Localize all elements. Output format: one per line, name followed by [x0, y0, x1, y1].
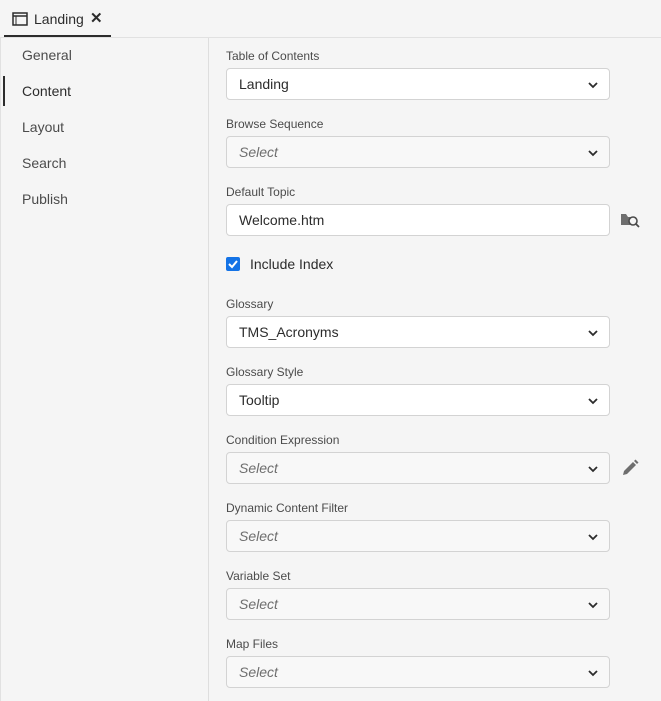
sidebar-item-general[interactable]: General — [1, 39, 208, 71]
chevron-down-icon — [588, 330, 598, 337]
close-icon[interactable]: ✕ — [90, 9, 103, 27]
variable-set-dropdown[interactable]: Select — [226, 588, 610, 620]
map-files-label: Map Files — [226, 637, 279, 651]
include-index-label: Include Index — [250, 256, 334, 272]
chevron-down-icon — [588, 82, 598, 89]
checkmark-icon — [228, 260, 238, 269]
chevron-down-icon — [588, 534, 598, 541]
sidebar: General Content Layout Search Publish — [0, 38, 209, 701]
tab-bar: Landing ✕ — [0, 0, 661, 38]
toc-label: Table of Contents — [226, 49, 320, 63]
chevron-down-icon — [588, 670, 598, 677]
browse-sequence-label: Browse Sequence — [226, 117, 324, 131]
condition-expression-dropdown[interactable]: Select — [226, 452, 610, 484]
condition-expression-label: Condition Expression — [226, 433, 340, 447]
content-settings-panel: Table of Contents Landing Browse Sequenc… — [210, 38, 661, 701]
map-files-value: Select — [239, 664, 278, 680]
dynamic-content-filter-dropdown[interactable]: Select — [226, 520, 610, 552]
browse-sequence-value: Select — [239, 144, 278, 160]
sidebar-item-search[interactable]: Search — [1, 147, 208, 179]
default-topic-value: Welcome.htm — [239, 212, 325, 228]
glossary-label: Glossary — [226, 297, 274, 311]
glossary-style-value: Tooltip — [239, 392, 280, 408]
chevron-down-icon — [588, 150, 598, 157]
sidebar-item-content[interactable]: Content — [1, 75, 208, 107]
toc-dropdown[interactable]: Landing — [226, 68, 610, 100]
default-topic-label: Default Topic — [226, 185, 296, 199]
dynamic-content-filter-label: Dynamic Content Filter — [226, 501, 349, 515]
sidebar-item-layout[interactable]: Layout — [1, 111, 208, 143]
glossary-dropdown[interactable]: TMS_Acronyms — [226, 316, 610, 348]
window-icon — [12, 12, 28, 26]
browse-sequence-dropdown[interactable]: Select — [226, 136, 610, 168]
dynamic-content-filter-value: Select — [239, 528, 278, 544]
variable-set-value: Select — [239, 596, 278, 612]
chevron-down-icon — [588, 466, 598, 473]
include-index-checkbox[interactable] — [226, 257, 240, 271]
variable-set-label: Variable Set — [226, 569, 291, 583]
chevron-down-icon — [588, 602, 598, 609]
tab-landing[interactable]: Landing ✕ — [4, 0, 111, 37]
sidebar-item-publish[interactable]: Publish — [1, 183, 208, 215]
folder-search-icon[interactable] — [620, 209, 640, 229]
glossary-style-dropdown[interactable]: Tooltip — [226, 384, 610, 416]
chevron-down-icon — [588, 398, 598, 405]
glossary-value: TMS_Acronyms — [239, 324, 339, 340]
pencil-icon[interactable] — [620, 458, 640, 478]
condition-expression-value: Select — [239, 460, 278, 476]
default-topic-field[interactable]: Welcome.htm — [226, 204, 610, 236]
map-files-dropdown[interactable]: Select — [226, 656, 610, 688]
glossary-style-label: Glossary Style — [226, 365, 304, 379]
tab-label: Landing — [34, 11, 84, 27]
toc-value: Landing — [239, 76, 289, 92]
